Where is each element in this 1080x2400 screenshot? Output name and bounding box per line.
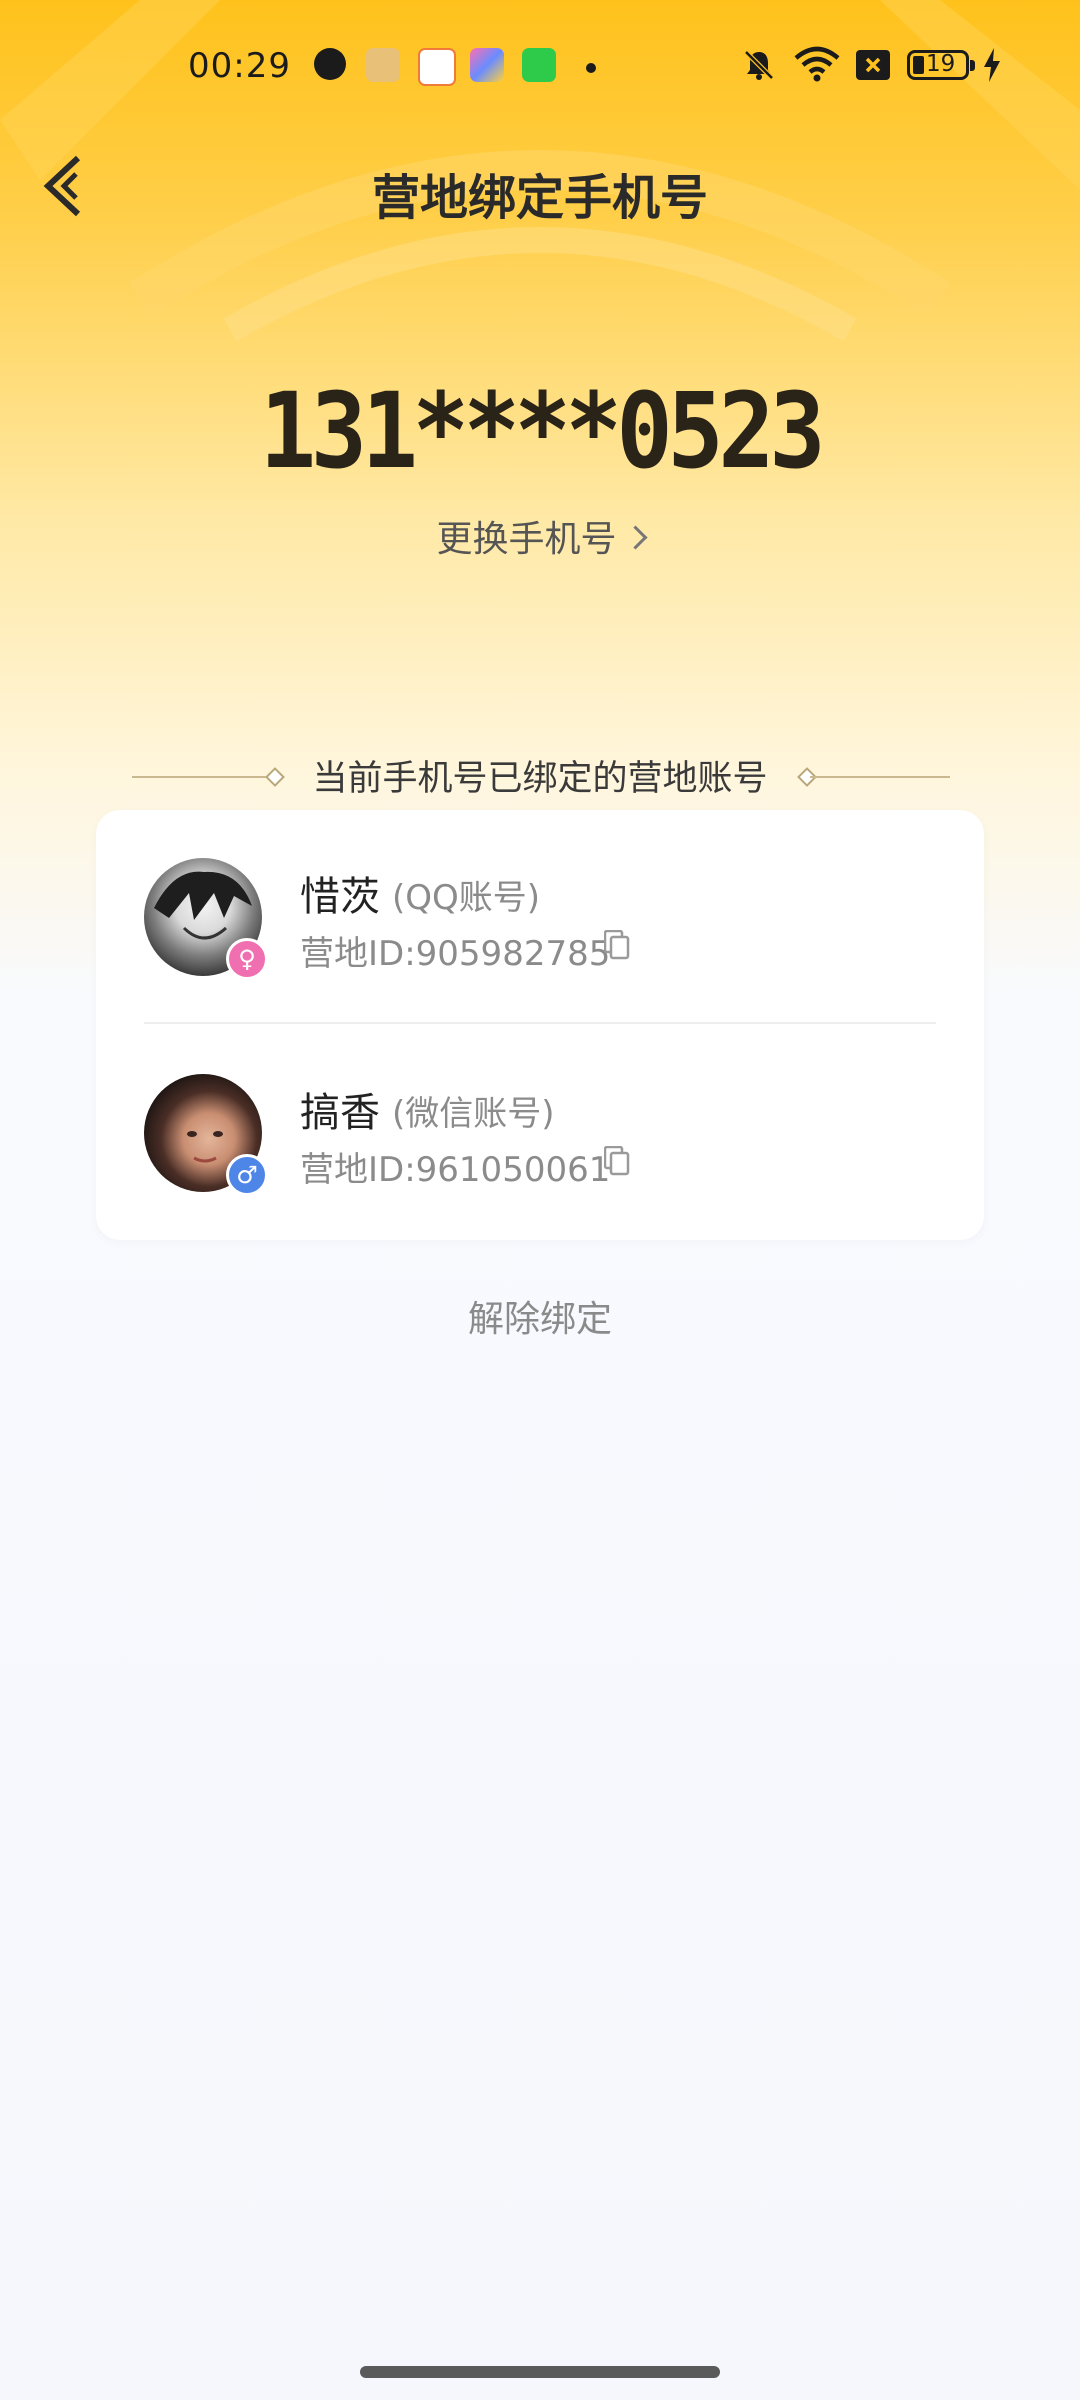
star-app-icon <box>470 48 504 82</box>
video-app-icon <box>418 48 456 86</box>
game-app-icon <box>366 48 400 82</box>
wifi-icon <box>794 46 840 82</box>
section-divider-right <box>810 776 950 778</box>
page-title: 营地绑定手机号 <box>371 170 708 226</box>
gender-male-badge: ♂ <box>226 1154 268 1196</box>
mute-bell-icon <box>744 50 774 80</box>
status-time: 00:29 <box>188 46 291 86</box>
account-divider <box>144 1022 936 1024</box>
chevron-right-icon <box>622 524 648 550</box>
charging-icon <box>984 48 1000 82</box>
bound-accounts-card: ♀ 惜茨 (QQ账号) 营地ID:905982785 ♂ 搞香 (微信账号) 营… <box>96 810 984 1240</box>
account-name: 搞香 <box>300 1090 380 1136</box>
account-type: (微信账号) <box>392 1094 555 1134</box>
bound-phone-number: 131****0523 <box>259 370 826 492</box>
gender-female-badge: ♀ <box>226 938 268 980</box>
account-item-wechat[interactable]: ♂ 搞香 (微信账号) 营地ID:961050061 <box>96 1026 984 1226</box>
sim-off-icon <box>856 50 890 80</box>
account-type: (QQ账号) <box>392 878 541 918</box>
account-item-qq[interactable]: ♀ 惜茨 (QQ账号) 营地ID:905982785 <box>96 810 984 1010</box>
dot-icon <box>586 63 596 73</box>
battery-level: 19 <box>926 51 956 77</box>
account-name: 惜茨 <box>300 874 380 920</box>
battery-icon: 19 <box>907 50 975 80</box>
home-indicator[interactable] <box>360 2366 720 2378</box>
copy-icon[interactable] <box>604 930 630 960</box>
notification-app-icon <box>314 48 346 80</box>
account-id: 营地ID:961050061 <box>300 1150 611 1190</box>
copy-icon[interactable] <box>604 1146 630 1176</box>
store-app-icon <box>522 48 556 82</box>
change-phone-link[interactable]: 更换手机号 <box>0 510 1080 562</box>
change-phone-label: 更换手机号 <box>436 519 617 560</box>
status-bar: 00:29 19 <box>0 0 1080 130</box>
account-id: 营地ID:905982785 <box>300 934 611 974</box>
unbind-button[interactable]: 解除绑定 <box>0 1290 1080 1342</box>
